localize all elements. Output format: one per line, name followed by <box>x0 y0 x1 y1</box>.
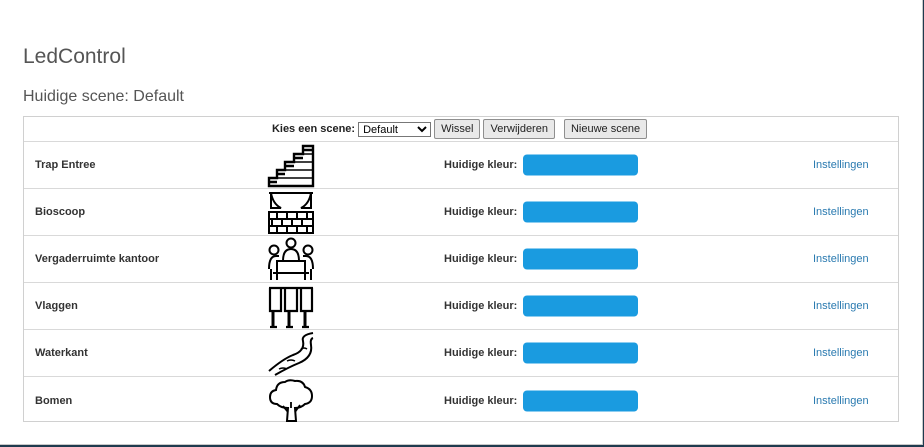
current-color-swatch[interactable] <box>523 201 638 223</box>
delete-scene-button[interactable]: Verwijderen <box>483 119 555 139</box>
meeting-room-icon <box>267 237 315 282</box>
scene-select[interactable]: Default <box>358 121 432 137</box>
room-row: Bomen Huidige kleur: Instellingen <box>24 377 898 424</box>
room-name: Trap Entree <box>35 159 96 171</box>
settings-link[interactable]: Instellingen <box>813 253 869 265</box>
settings-link[interactable]: Instellingen <box>813 206 869 218</box>
cinema-stage-icon <box>267 190 315 235</box>
current-color-label: Huidige kleur: <box>444 394 518 407</box>
settings-link[interactable]: Instellingen <box>813 347 869 359</box>
current-color-swatch[interactable] <box>523 248 638 270</box>
room-name: Bioscoop <box>35 206 86 218</box>
current-color-label: Huidige kleur: <box>444 347 518 359</box>
current-color-label: Huidige kleur: <box>444 253 518 265</box>
current-color-label: Huidige kleur: <box>444 300 518 312</box>
settings-link[interactable]: Instellingen <box>813 395 869 407</box>
room-name: Vergaderruimte kantoor <box>35 253 160 265</box>
room-row: Trap Entree Huidige kleur: Instellingen <box>24 142 898 189</box>
current-color-label: Huidige kleur: <box>444 206 518 218</box>
room-row: Bioscoop Huidige kleur: Instellingen <box>24 189 898 236</box>
scene-toolbar: Kies een scene: Default Wissel Verwijder… <box>24 117 898 142</box>
current-color-swatch[interactable] <box>523 154 638 176</box>
room-row: Vergaderruimte kantoor Huidige kleur: In… <box>24 236 898 283</box>
new-scene-button[interactable]: Nieuwe scene <box>563 119 648 139</box>
current-color-swatch[interactable] <box>523 295 638 317</box>
room-name: Vlaggen <box>35 300 78 312</box>
room-row: Vlaggen Huidige kleur: Instellingen <box>24 283 898 330</box>
room-row: Waterkant Huidige kleur: Instellingen <box>24 330 898 377</box>
current-color-swatch[interactable] <box>523 342 638 364</box>
stairs-icon <box>267 143 315 188</box>
current-color-swatch[interactable] <box>523 390 638 411</box>
current-color-label: Huidige kleur: <box>444 159 518 171</box>
flags-icon <box>267 284 315 329</box>
room-name: Bomen <box>35 394 73 407</box>
tree-icon <box>267 378 315 423</box>
choose-scene-label: Kies een scene: <box>271 123 356 135</box>
app-title: LedControl <box>23 45 126 68</box>
app-window: LedControl Huidige scene: Default Kies e… <box>0 0 923 445</box>
settings-link[interactable]: Instellingen <box>813 300 869 312</box>
river-icon <box>267 331 315 376</box>
current-scene-heading: Huidige scene: Default <box>23 88 184 105</box>
rooms-panel: Kies een scene: Default Wissel Verwijder… <box>23 116 899 422</box>
room-name: Waterkant <box>35 347 88 359</box>
settings-link[interactable]: Instellingen <box>813 159 869 171</box>
switch-scene-button[interactable]: Wissel <box>434 119 481 139</box>
